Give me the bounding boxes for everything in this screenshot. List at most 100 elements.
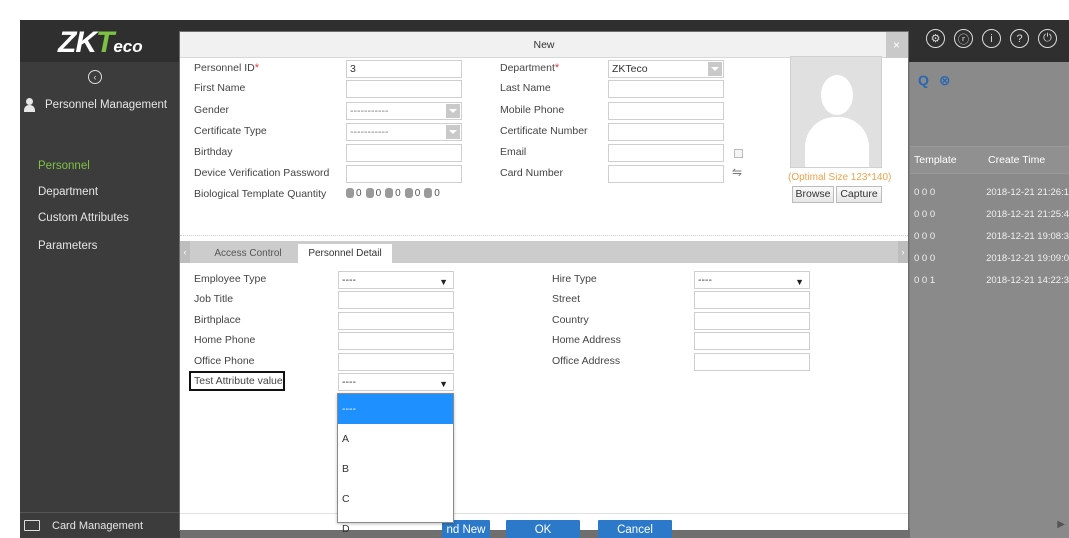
office-address-input[interactable] [694,353,810,371]
sidebar-item-parameters[interactable]: Parameters [38,240,97,252]
list-tools: Q ⊗ [918,72,951,89]
palm-count: 0 [404,188,420,199]
ok-button[interactable]: OK [506,520,580,538]
bio-template-counts: 0 0 0 0 0 [346,188,440,199]
table-row[interactable]: 0 0 1 2018-12-21 14:22:3 [910,270,1069,290]
search-icon[interactable]: Q [918,72,929,89]
card-number-input[interactable] [608,165,724,183]
birthday-input[interactable] [346,144,462,162]
help-icon[interactable]: ? [1010,29,1029,48]
finger-vein-count: 0 [385,188,401,199]
user-icon[interactable]: ⓡ [954,29,973,48]
device-password-input[interactable] [346,165,462,183]
department-select[interactable]: ZKTeco [608,60,724,78]
dropdown-option[interactable]: A [338,424,453,454]
scroll-right-icon[interactable]: ▶ [1057,519,1065,530]
chevron-down-icon: ▼ [795,277,804,287]
office-phone-input[interactable] [338,353,454,371]
birthday-label: Birthday [194,146,233,158]
person-icon [24,98,35,112]
home-phone-input[interactable] [338,332,454,350]
app-window: ZKTeco ⚙ ⓡ i ? ⏻ ‹ Personnel Management … [20,20,1069,538]
last-name-label: Last Name [500,82,551,94]
dropdown-option[interactable]: B [338,454,453,484]
palm-icon [404,188,413,199]
dropdown-option[interactable]: ---- [338,394,453,424]
dropdown-option[interactable]: C [338,484,453,514]
cancel-button[interactable]: Cancel [598,520,672,538]
job-title-input[interactable] [338,291,454,309]
email-input[interactable] [608,144,724,162]
test-attribute-dropdown: ---- A B C D [337,393,454,535]
personnel-id-label: Personnel ID * [194,62,259,74]
table-row[interactable]: 0 0 0 2018-12-21 19:09:0 [910,248,1069,268]
close-icon[interactable]: × [893,32,900,58]
dropdown-option[interactable]: D [338,514,453,538]
table-row[interactable]: 0 0 0 2018-12-21 21:25:4 [910,204,1069,224]
country-label: Country [552,314,589,326]
personnel-list-panel: Q ⊗ Template Create Time 0 0 0 2018-12-21… [910,62,1069,538]
gender-select[interactable]: ----------- [346,102,462,120]
table-row[interactable]: 0 0 0 2018-12-21 19:08:3 [910,226,1069,246]
office-address-label: Office Address [552,355,621,367]
street-label: Street [552,293,581,305]
sidebar-item-card-management[interactable]: Card Management [20,512,180,538]
dialog-title-bar: New × [180,32,908,58]
sidebar-item-department[interactable]: Department [38,186,98,198]
fingerprint-count: 0 [346,188,362,199]
home-address-input[interactable] [694,332,810,350]
finger-vein-icon [385,188,394,199]
info-icon[interactable]: i [982,29,1001,48]
chevron-down-icon: ▼ [439,379,448,389]
bio-template-quantity-label: Biological Template Quantity [194,188,327,200]
gear-icon[interactable]: ⚙ [926,29,945,48]
clear-icon[interactable]: ⊗ [939,72,951,89]
sidebar-group-personnel-management[interactable]: Personnel Management [24,98,180,112]
person-outline-icon [424,188,433,199]
tab-personnel-detail[interactable]: Personnel Detail [298,244,392,263]
highlight-box [189,371,285,391]
browse-button[interactable]: Browse [792,186,834,203]
employee-type-select[interactable]: ---- ▼ [338,271,454,289]
certificate-number-label: Certificate Number [500,125,588,137]
capture-button[interactable]: Capture [836,186,882,203]
birthplace-label: Birthplace [194,314,241,326]
hire-type-label: Hire Type [552,273,597,285]
visible-face-count: 0 [424,188,440,199]
zkteco-logo: ZKTeco [58,26,143,59]
tab-access-control[interactable]: Access Control [202,244,294,263]
department-label: Department * [500,62,560,74]
country-input[interactable] [694,312,810,330]
test-attribute-select[interactable]: ---- ▼ [338,373,454,391]
personnel-id-input[interactable]: 3 [346,60,462,78]
mobile-phone-input[interactable] [608,102,724,120]
sidebar-item-custom-attributes[interactable]: Custom Attributes [38,212,129,224]
tab-scroll-right-icon[interactable]: › [898,241,908,263]
street-input[interactable] [694,291,810,309]
top-icons: ⚙ ⓡ i ? ⏻ [926,29,1057,48]
mobile-phone-label: Mobile Phone [500,104,565,116]
birthplace-input[interactable] [338,312,454,330]
home-address-label: Home Address [552,334,621,346]
certificate-type-select[interactable]: ----------- [346,123,462,141]
column-header-create-time: Create Time [988,154,1046,166]
tab-scroll-left-icon[interactable]: ‹ [180,241,190,263]
last-name-input[interactable] [608,80,724,98]
certificate-number-input[interactable] [608,123,724,141]
first-name-input[interactable] [346,80,462,98]
card-reader-icon[interactable]: ⇋ [732,165,742,179]
table-header: Template Create Time [910,146,1069,174]
sidebar-item-personnel[interactable]: Personnel [38,160,90,172]
card-number-label: Card Number [500,167,564,179]
table-row[interactable]: 0 0 0 2018-12-21 21:26:1 [910,182,1069,202]
email-checkbox[interactable] [734,149,743,158]
chevron-down-icon [446,125,460,139]
home-phone-label: Home Phone [194,334,256,346]
certificate-type-label: Certificate Type [194,125,267,137]
dialog-footer-divider [180,513,908,514]
face-count: 0 [365,188,381,199]
hire-type-select[interactable]: ---- ▼ [694,271,810,289]
power-icon[interactable]: ⏻ [1038,29,1057,48]
email-label: Email [500,146,527,158]
collapse-icon[interactable]: ‹ [88,70,102,84]
